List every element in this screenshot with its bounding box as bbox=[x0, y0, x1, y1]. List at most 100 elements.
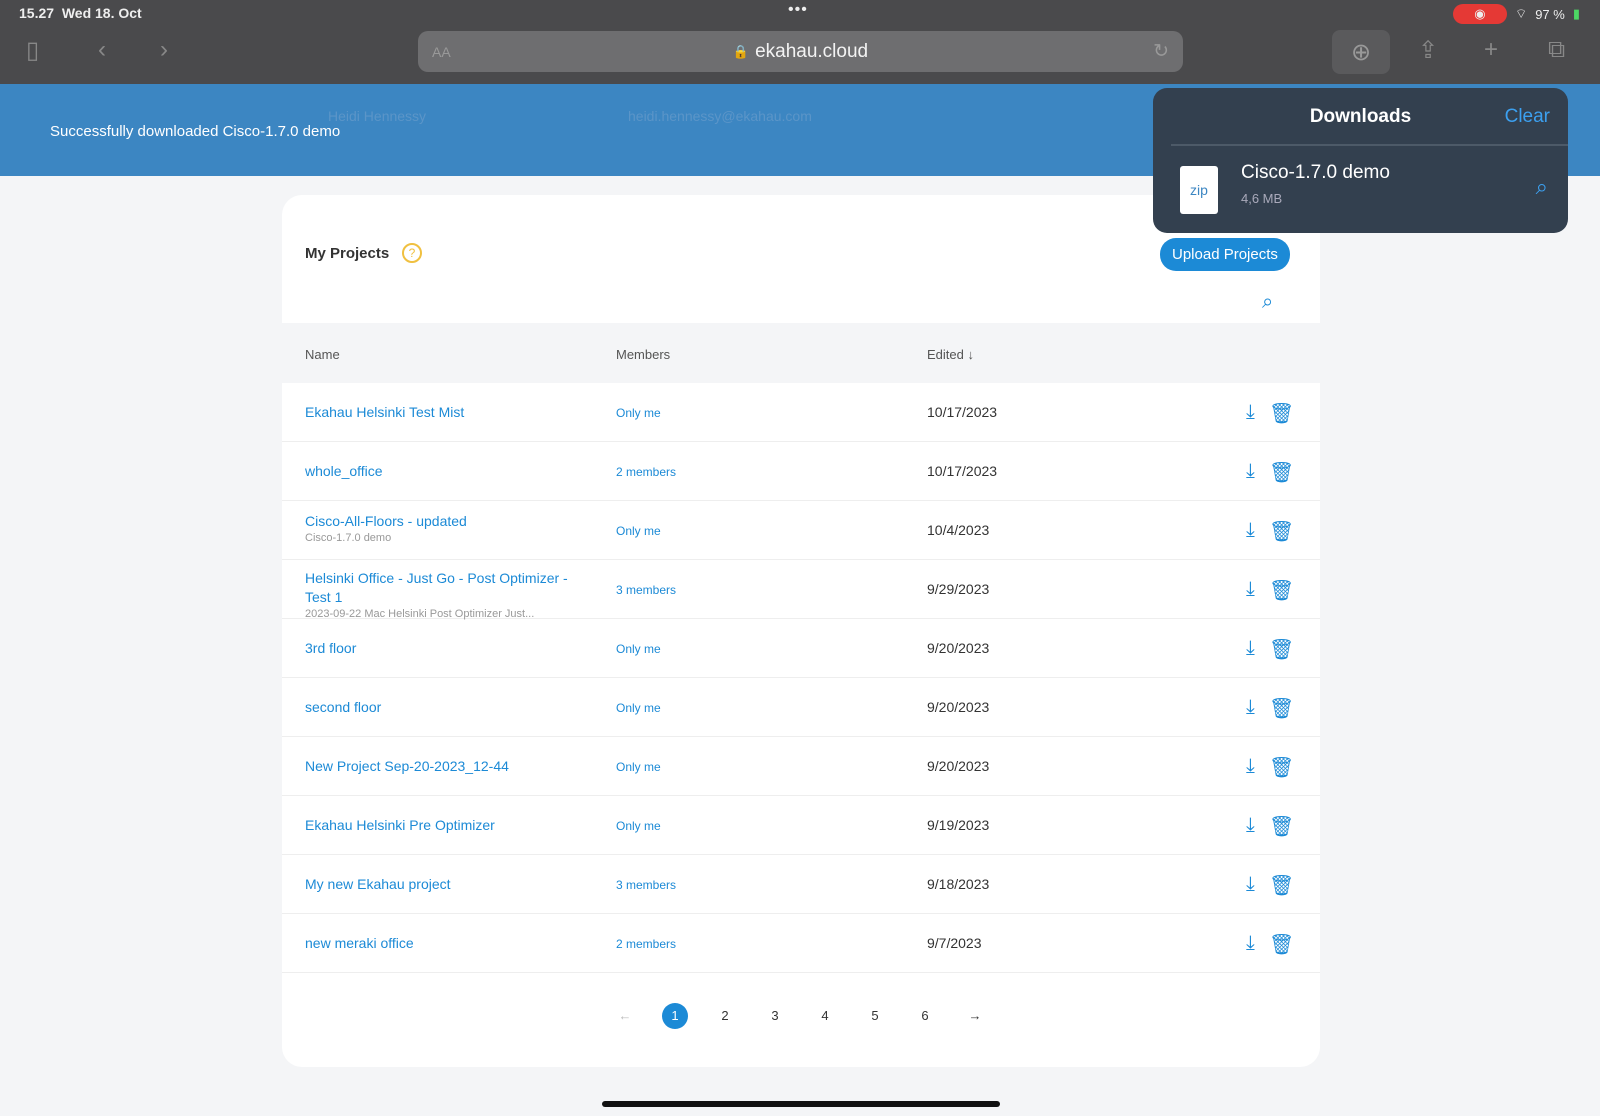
members-link[interactable]: 2 members bbox=[616, 937, 676, 951]
project-name[interactable]: New Project Sep-20-2023_12-44 bbox=[305, 757, 575, 776]
members-link[interactable]: 3 members bbox=[616, 878, 676, 892]
project-name[interactable]: new meraki office bbox=[305, 934, 575, 953]
page-title: My Projects bbox=[305, 245, 390, 262]
download-icon[interactable]: ⤓ bbox=[1246, 755, 1255, 780]
project-link[interactable]: Ekahau Helsinki Test Mist bbox=[305, 404, 464, 420]
help-icon[interactable]: ? bbox=[402, 243, 422, 263]
table-header: Name Members Edited ↓ bbox=[282, 323, 1320, 383]
next-page-icon[interactable]: → bbox=[962, 1003, 988, 1029]
table-row[interactable]: whole_office 2 members 10/17/2023 ⤓ 🗑 bbox=[282, 442, 1320, 501]
trash-icon[interactable]: 🗑 bbox=[1269, 696, 1294, 721]
trash-icon[interactable]: 🗑 bbox=[1269, 932, 1294, 957]
new-tab-icon[interactable]: + bbox=[1484, 36, 1498, 64]
home-indicator[interactable] bbox=[602, 1101, 1000, 1107]
members-link[interactable]: 2 members bbox=[616, 465, 676, 479]
project-link[interactable]: 3rd floor bbox=[305, 640, 356, 656]
table-row[interactable]: Ekahau Helsinki Pre Optimizer Only me 9/… bbox=[282, 796, 1320, 855]
search-icon[interactable]: ⌕ bbox=[1262, 291, 1273, 314]
trash-icon[interactable]: 🗑 bbox=[1269, 873, 1294, 898]
forward-icon[interactable]: › bbox=[160, 36, 168, 64]
trash-icon[interactable]: 🗑 bbox=[1269, 401, 1294, 426]
project-name[interactable]: 3rd floor bbox=[305, 639, 575, 658]
download-icon[interactable]: ⤓ bbox=[1246, 932, 1255, 957]
project-name[interactable]: My new Ekahau project bbox=[305, 875, 575, 894]
download-icon[interactable]: ⤓ bbox=[1246, 401, 1255, 426]
table-row[interactable]: Helsinki Office - Just Go - Post Optimiz… bbox=[282, 560, 1320, 621]
project-link[interactable]: whole_office bbox=[305, 463, 383, 479]
members-link[interactable]: 3 members bbox=[616, 583, 676, 597]
reload-icon[interactable]: ↻ bbox=[1153, 40, 1169, 63]
edited-date: 10/4/2023 bbox=[927, 522, 990, 538]
upload-projects-button[interactable]: Upload Projects bbox=[1160, 238, 1290, 271]
download-file-size: 4,6 MB bbox=[1241, 191, 1283, 206]
download-icon[interactable]: ⤓ bbox=[1246, 814, 1255, 839]
column-members[interactable]: Members bbox=[616, 347, 670, 362]
project-name[interactable]: Cisco-All-Floors - updated Cisco-1.7.0 de… bbox=[305, 512, 575, 545]
page-3[interactable]: 3 bbox=[762, 1003, 788, 1029]
members-link[interactable]: Only me bbox=[616, 819, 661, 833]
page-6[interactable]: 6 bbox=[912, 1003, 938, 1029]
project-name[interactable]: Ekahau Helsinki Test Mist bbox=[305, 403, 575, 422]
table-row[interactable]: 3rd floor Only me 9/20/2023 ⤓ 🗑 bbox=[282, 619, 1320, 678]
clear-button[interactable]: Clear bbox=[1505, 106, 1550, 128]
download-icon[interactable]: ⤓ bbox=[1246, 460, 1255, 485]
share-icon[interactable]: ⇪ bbox=[1418, 36, 1438, 65]
members-link[interactable]: Only me bbox=[616, 406, 661, 420]
prev-page-icon[interactable]: ← bbox=[612, 1003, 638, 1029]
address-bar[interactable]: AA 🔒 ekahau.cloud ↻ bbox=[418, 31, 1183, 72]
sidebar-icon[interactable]: ▯ bbox=[26, 36, 39, 65]
back-icon[interactable]: ‹ bbox=[98, 36, 106, 64]
members-link[interactable]: Only me bbox=[616, 701, 661, 715]
page-1[interactable]: 1 bbox=[662, 1003, 688, 1029]
members-link[interactable]: Only me bbox=[616, 760, 661, 774]
trash-icon[interactable]: 🗑 bbox=[1269, 578, 1294, 603]
multitasking-dots[interactable]: ••• bbox=[788, 1, 808, 19]
page-2[interactable]: 2 bbox=[712, 1003, 738, 1029]
downloads-button[interactable]: ⊕ bbox=[1332, 30, 1390, 74]
edited-date: 9/20/2023 bbox=[927, 699, 990, 715]
tabs-icon[interactable]: ⧉ bbox=[1548, 36, 1565, 64]
project-link[interactable]: New Project Sep-20-2023_12-44 bbox=[305, 758, 509, 774]
show-in-finder-icon[interactable]: ⌕ bbox=[1536, 174, 1548, 200]
trash-icon[interactable]: 🗑 bbox=[1269, 637, 1294, 662]
page-4[interactable]: 4 bbox=[812, 1003, 838, 1029]
trash-icon[interactable]: 🗑 bbox=[1269, 814, 1294, 839]
download-icon[interactable]: ⤓ bbox=[1246, 637, 1255, 662]
project-link[interactable]: Ekahau Helsinki Pre Optimizer bbox=[305, 817, 495, 833]
table-row[interactable]: New Project Sep-20-2023_12-44 Only me 9/… bbox=[282, 737, 1320, 796]
time: 15.27 bbox=[19, 5, 55, 21]
download-icon[interactable]: ⤓ bbox=[1246, 873, 1255, 898]
user-name: Heidi Hennessy bbox=[328, 108, 427, 124]
column-edited[interactable]: Edited ↓ bbox=[927, 347, 974, 362]
members-link[interactable]: Only me bbox=[616, 642, 661, 656]
page-5[interactable]: 5 bbox=[862, 1003, 888, 1029]
project-link[interactable]: Helsinki Office - Just Go - Post Optimiz… bbox=[305, 570, 568, 605]
project-link[interactable]: Cisco-All-Floors - updated bbox=[305, 513, 467, 529]
table-row[interactable]: My new Ekahau project 3 members 9/18/202… bbox=[282, 855, 1320, 914]
project-name[interactable]: Ekahau Helsinki Pre Optimizer bbox=[305, 816, 575, 835]
members-link[interactable]: Only me bbox=[616, 524, 661, 538]
download-icon[interactable]: ⤓ bbox=[1246, 696, 1255, 721]
project-link[interactable]: My new Ekahau project bbox=[305, 876, 451, 892]
table-row[interactable]: Ekahau Helsinki Test Mist Only me 10/17/… bbox=[282, 383, 1320, 442]
edited-date: 9/29/2023 bbox=[927, 581, 990, 597]
table-row[interactable]: Cisco-All-Floors - updated Cisco-1.7.0 de… bbox=[282, 501, 1320, 560]
project-name[interactable]: second floor bbox=[305, 698, 575, 717]
projects-card: My Projects ? Upload Projects ⌕ Name Mem… bbox=[282, 195, 1320, 1067]
download-icon[interactable]: ⤓ bbox=[1246, 578, 1255, 603]
table-row[interactable]: second floor Only me 9/20/2023 ⤓ 🗑 bbox=[282, 678, 1320, 737]
project-name[interactable]: whole_office bbox=[305, 462, 575, 481]
trash-icon[interactable]: 🗑 bbox=[1269, 460, 1294, 485]
project-link[interactable]: second floor bbox=[305, 699, 381, 715]
zip-file-icon: zip bbox=[1180, 166, 1218, 214]
trash-icon[interactable]: 🗑 bbox=[1269, 519, 1294, 544]
column-name[interactable]: Name bbox=[305, 347, 340, 362]
download-file-name[interactable]: Cisco-1.7.0 demo bbox=[1241, 162, 1390, 184]
table-row[interactable]: new meraki office 2 members 9/7/2023 ⤓ 🗑 bbox=[282, 914, 1320, 973]
trash-icon[interactable]: 🗑 bbox=[1269, 755, 1294, 780]
project-link[interactable]: new meraki office bbox=[305, 935, 414, 951]
download-icon[interactable]: ⤓ bbox=[1246, 519, 1255, 544]
project-name[interactable]: Helsinki Office - Just Go - Post Optimiz… bbox=[305, 569, 575, 621]
reader-button[interactable]: AA bbox=[432, 44, 451, 60]
edited-date: 9/19/2023 bbox=[927, 817, 990, 833]
